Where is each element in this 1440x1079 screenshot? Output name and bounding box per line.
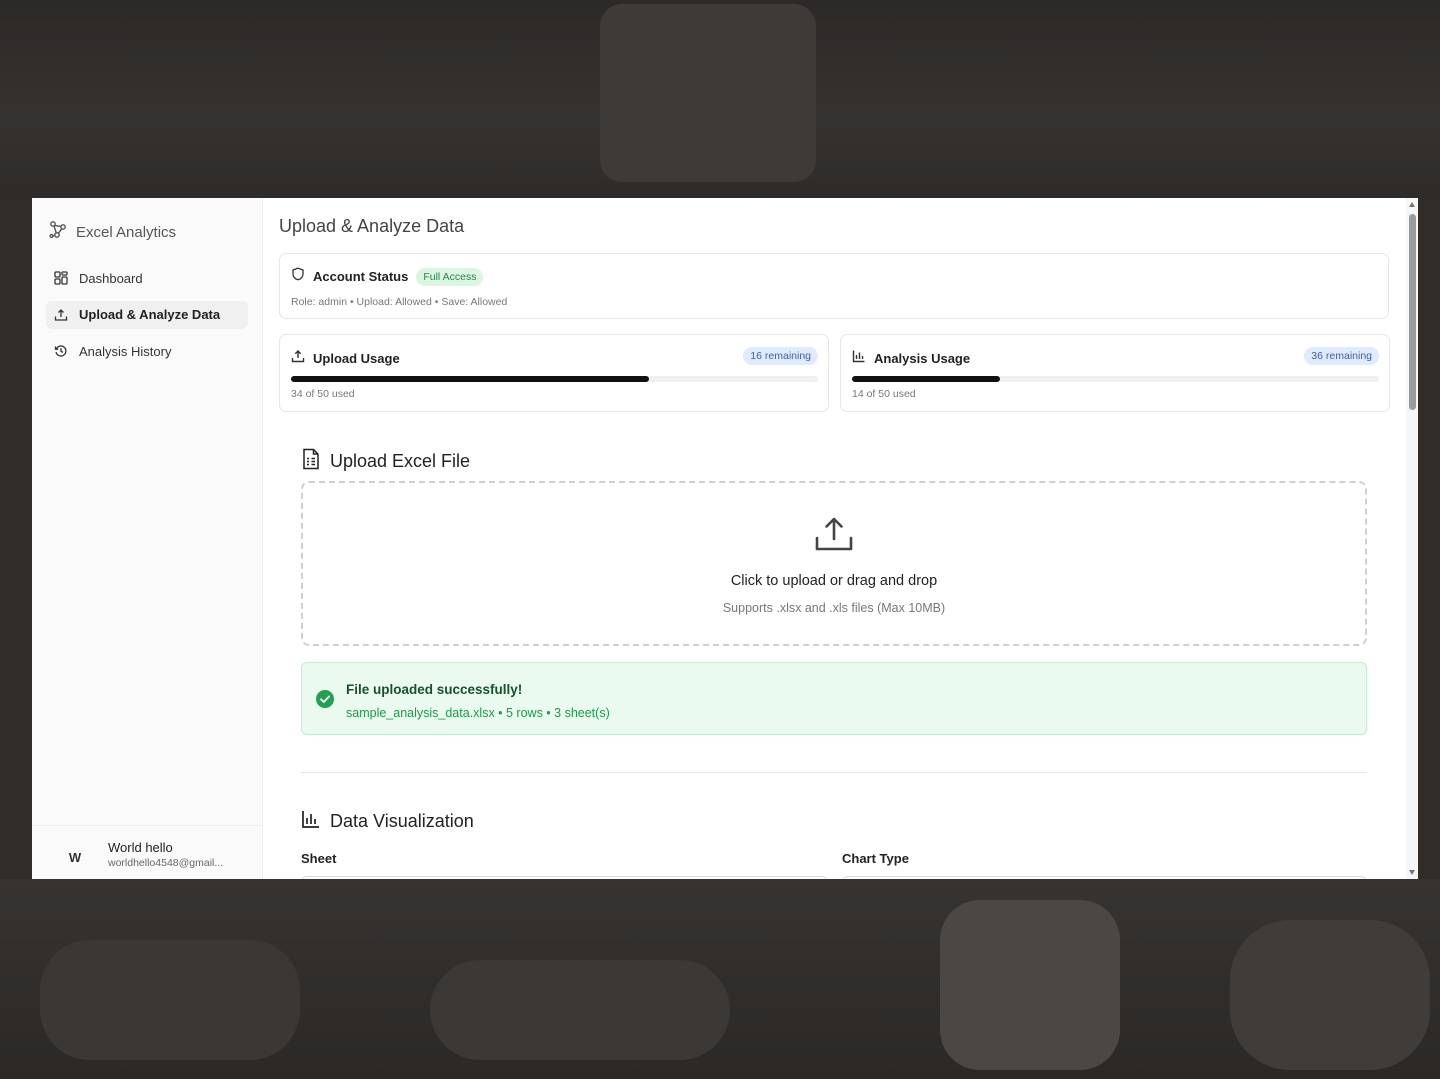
analytics-logo-icon: [48, 220, 68, 245]
backdrop-object: [40, 940, 300, 1060]
account-status-title: Account Status: [313, 269, 409, 284]
main-content: Upload & Analyze Data Account Status Ful…: [263, 198, 1418, 879]
status-badge: Full Access: [416, 267, 484, 286]
account-status-card: Account Status Full Access Role: admin •…: [279, 253, 1389, 319]
upload-section: Upload Excel File Click to upload or dra…: [279, 430, 1389, 879]
visualization-title: Data Visualization: [330, 811, 474, 831]
user-email: worldhello4548@gmail...: [108, 857, 224, 869]
dropzone-hint: Supports .xlsx and .xls files (Max 10MB): [722, 601, 946, 615]
upload-section-title: Upload Excel File: [330, 451, 471, 471]
sidebar-item-label: Analysis History: [79, 343, 172, 359]
upload-remaining-badge: 16 remaining: [743, 347, 818, 365]
upload-success-details: sample_analysis_data.xlsx • 5 rows • 3 s…: [346, 706, 610, 720]
analysis-usage-card: Analysis Usage 36 remaining 14 of 50 use…: [840, 334, 1390, 412]
upload-usage-title: Upload Usage: [313, 351, 400, 366]
account-status-details: Role: admin • Upload: Allowed • Save: Al…: [291, 296, 508, 308]
page-title: Upload & Analyze Data: [279, 216, 465, 236]
scroll-up-arrow-icon[interactable]: [1409, 202, 1415, 207]
sidebar-nav: Dashboard Upload & Analyze Data Analysis…: [46, 264, 248, 374]
avatar: W: [68, 849, 82, 865]
dropzone-instruction: Click to upload or drag and drop: [730, 573, 938, 589]
sidebar-item-dashboard[interactable]: Dashboard: [46, 264, 248, 292]
upload-icon: [291, 349, 305, 368]
user-name: World hello: [108, 840, 173, 855]
dashboard-icon: [54, 271, 68, 285]
backdrop-object: [430, 960, 730, 1060]
sheet-select[interactable]: [301, 876, 828, 879]
spreadsheet-file-icon: [301, 448, 321, 475]
brand[interactable]: Excel Analytics: [48, 220, 176, 245]
backdrop-monitor: [600, 4, 816, 182]
sidebar-item-upload-analyze[interactable]: Upload & Analyze Data: [46, 300, 248, 329]
upload-usage-progress-fill: [291, 376, 650, 382]
upload-usage-text: 34 of 50 used: [291, 388, 355, 400]
analysis-usage-progress-fill: [852, 376, 1000, 382]
backdrop-object: [1230, 920, 1430, 1070]
analysis-usage-text: 14 of 50 used: [852, 388, 916, 400]
check-circle-icon: [316, 690, 334, 713]
upload-usage-progress: [291, 376, 818, 382]
scroll-down-arrow-icon[interactable]: [1409, 870, 1415, 875]
history-icon: [54, 344, 68, 358]
analysis-usage-title: Analysis Usage: [874, 351, 971, 366]
app-window: Excel Analytics Dashboard Upload & Analy…: [32, 198, 1418, 879]
scrollbar-thumb[interactable]: [1409, 214, 1416, 410]
upload-icon: [54, 308, 68, 322]
upload-usage-card: Upload Usage 16 remaining 34 of 50 used: [279, 334, 829, 412]
user-profile[interactable]: W World hello worldhello4548@gmail...: [32, 825, 263, 879]
sidebar: Excel Analytics Dashboard Upload & Analy…: [32, 198, 263, 879]
brand-name: Excel Analytics: [76, 224, 177, 241]
sidebar-item-label: Dashboard: [79, 270, 143, 286]
backdrop-object: [940, 900, 1120, 1070]
file-dropzone[interactable]: Click to upload or drag and drop Support…: [301, 481, 1367, 646]
shield-icon: [291, 267, 305, 286]
analysis-usage-progress: [852, 376, 1379, 382]
upload-success-title: File uploaded successfully!: [346, 682, 523, 697]
sheet-label: Sheet: [301, 851, 337, 866]
section-divider: [301, 772, 1367, 773]
bar-chart-icon: [301, 809, 321, 834]
sidebar-item-label: Upload & Analyze Data: [79, 307, 221, 322]
analysis-remaining-badge: 36 remaining: [1304, 347, 1379, 365]
chart-type-label: Chart Type: [842, 851, 909, 866]
upload-success-alert: File uploaded successfully! sample_analy…: [301, 662, 1367, 735]
sidebar-item-analysis-history[interactable]: Analysis History: [46, 337, 248, 365]
scrollbar[interactable]: [1406, 198, 1418, 879]
chart-type-select[interactable]: [842, 876, 1367, 879]
bar-chart-icon: [852, 349, 866, 368]
upload-icon: [814, 514, 854, 559]
